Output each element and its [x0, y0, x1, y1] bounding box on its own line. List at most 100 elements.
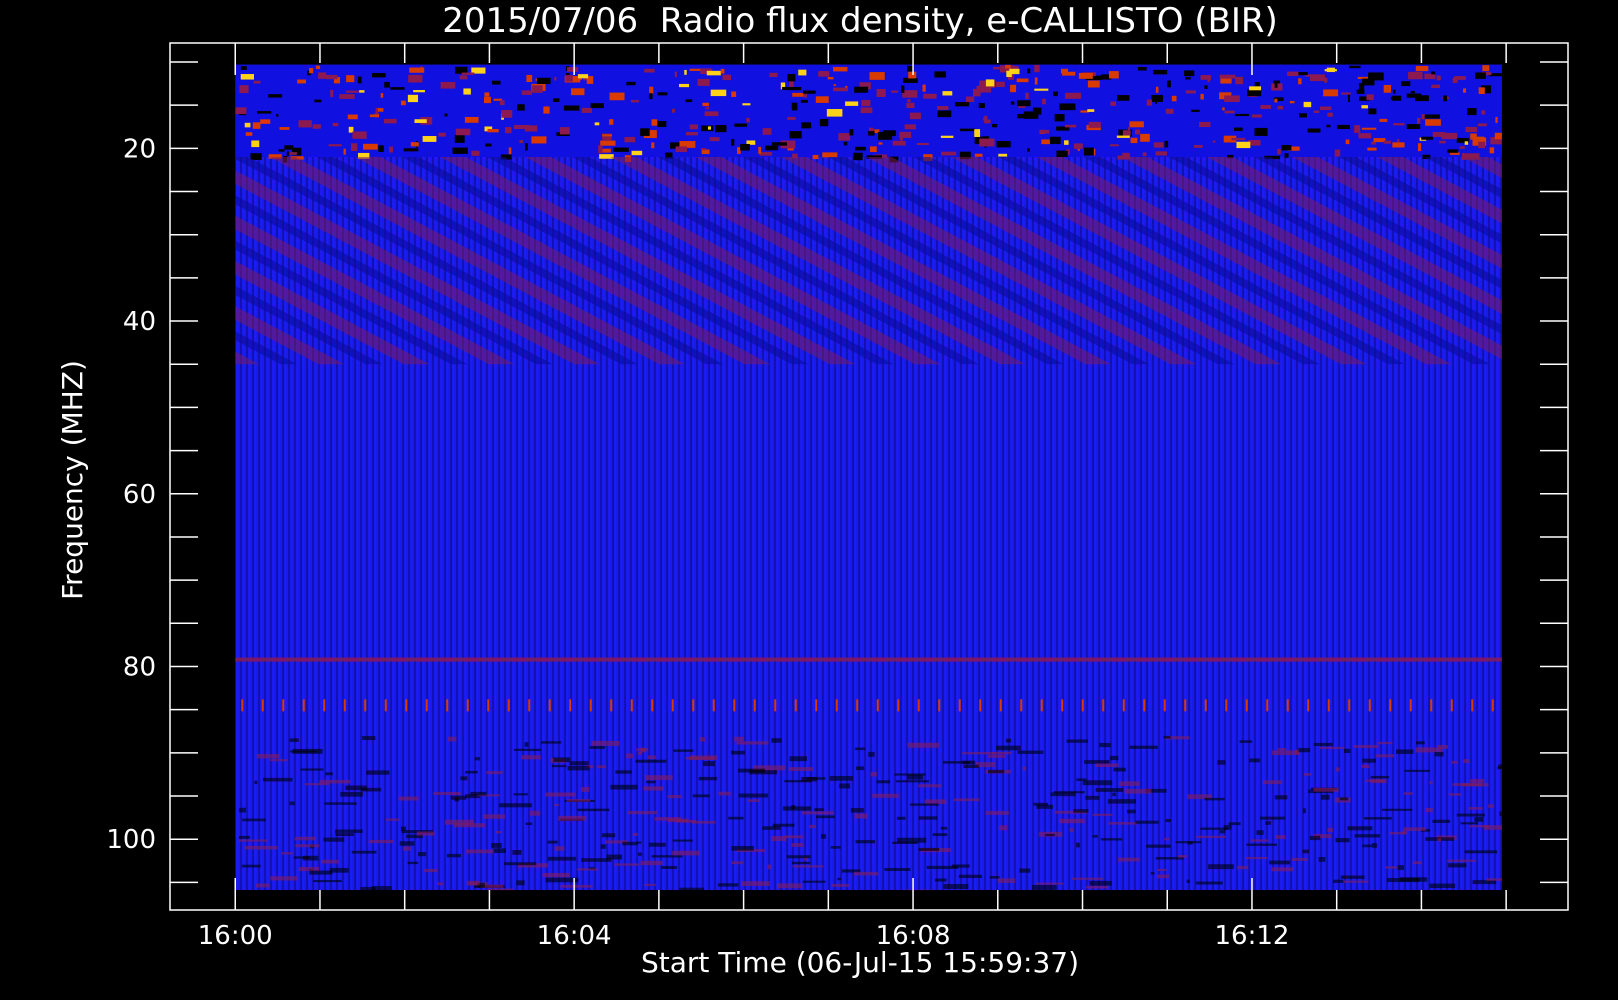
- heatmap-cell: [239, 839, 269, 842]
- heatmap-cell: [484, 96, 491, 104]
- heatmap-cell: [1256, 830, 1264, 835]
- heatmap-cell: [1035, 882, 1064, 885]
- heatmap-cell: [868, 751, 875, 757]
- heatmap-cell: [635, 759, 667, 763]
- heatmap-cell: [252, 122, 261, 129]
- heatmap-cell: [907, 99, 911, 102]
- heatmap-cell: [466, 849, 494, 854]
- heatmap-cell: [736, 741, 769, 745]
- heatmap-cell: [1459, 146, 1465, 149]
- heatmap-cell: [1383, 84, 1392, 93]
- heatmap-cell: [917, 142, 929, 146]
- heatmap-cell: [704, 111, 719, 117]
- periodic-tick: [1286, 699, 1289, 712]
- heatmap-cell: [782, 87, 789, 90]
- heatmap-cell: [581, 107, 592, 113]
- heatmap-cell: [974, 153, 983, 157]
- heatmap-cell: [868, 130, 875, 136]
- heatmap-cell: [279, 127, 290, 130]
- heatmap-cell: [954, 102, 970, 107]
- heatmap-cell: [878, 142, 883, 145]
- heatmap-cell: [532, 85, 543, 93]
- heatmap-cell: [309, 870, 333, 875]
- heatmap-cell: [590, 103, 604, 109]
- periodic-tick: [1163, 699, 1166, 712]
- periodic-tick: [364, 699, 367, 712]
- heatmap-cell: [1119, 781, 1140, 786]
- heatmap-cell: [552, 765, 567, 768]
- heatmap-cell: [339, 94, 355, 99]
- heatmap-cell: [815, 96, 829, 103]
- heatmap-cell: [884, 868, 911, 871]
- heatmap-cell: [1116, 135, 1130, 138]
- heatmap-cell: [552, 98, 560, 102]
- heatmap-cell: [400, 826, 406, 831]
- heatmap-cell: [816, 815, 835, 819]
- heatmap-cell: [240, 66, 247, 70]
- heatmap-cell: [786, 855, 811, 859]
- heatmap-cell: [521, 90, 533, 95]
- periodic-tick: [1266, 699, 1269, 712]
- periodic-tick: [1061, 699, 1064, 712]
- periodic-tick: [323, 699, 326, 712]
- heatmap-cell: [512, 850, 522, 855]
- heatmap-cell: [776, 883, 803, 889]
- heatmap-cell: [390, 87, 405, 90]
- heatmap-cell: [710, 89, 727, 97]
- heatmap-cell: [728, 816, 744, 820]
- heatmap-cell: [380, 93, 384, 98]
- heatmap-cell: [470, 791, 487, 796]
- heatmap-cell: [1451, 760, 1458, 764]
- heatmap-cell: [504, 862, 537, 866]
- heatmap-cell: [769, 72, 778, 77]
- heatmap-cell: [484, 92, 490, 97]
- heatmap-cell: [1010, 84, 1017, 93]
- heatmap-cell: [720, 68, 725, 74]
- heatmap-cell: [854, 86, 869, 93]
- heatmap-cell: [1328, 68, 1333, 72]
- heatmap-cell: [1309, 835, 1321, 841]
- heatmap-cell: [698, 776, 718, 781]
- heatmap-cell: [627, 811, 658, 815]
- heatmap-cell: [245, 132, 253, 136]
- heatmap-cell: [1110, 101, 1116, 106]
- heatmap-cell: [1127, 127, 1131, 131]
- heatmap-cell: [1327, 827, 1333, 833]
- periodic-tick: [815, 699, 818, 712]
- heatmap-cell: [675, 146, 688, 153]
- heatmap-cell: [614, 863, 639, 866]
- heatmap-cell: [452, 147, 468, 154]
- heatmap-cell: [1313, 787, 1339, 792]
- heatmap-cell: [615, 770, 632, 774]
- periodic-tick: [405, 699, 408, 712]
- heatmap-cell: [383, 118, 397, 124]
- heatmap-cell: [924, 799, 947, 805]
- heatmap-cell: [1049, 136, 1061, 145]
- heatmap-cell: [1034, 88, 1049, 91]
- heatmap-cell: [870, 146, 877, 153]
- heatmap-cell: [531, 136, 547, 144]
- periodic-tick: [774, 699, 777, 712]
- heatmap-cell: [1337, 124, 1350, 130]
- heatmap-cell: [1460, 822, 1479, 825]
- heatmap-cell: [385, 818, 400, 821]
- heatmap-cell: [414, 119, 427, 123]
- heatmap-cell: [1339, 797, 1349, 801]
- heatmap-cell: [992, 124, 998, 128]
- heatmap-cell: [731, 861, 744, 865]
- heatmap-cell: [1254, 127, 1268, 136]
- heatmap-cell: [1478, 141, 1486, 149]
- heatmap-cell: [1085, 795, 1100, 800]
- heatmap-cell: [1441, 132, 1458, 140]
- heatmap-cell: [869, 72, 885, 80]
- heatmap-cell: [1415, 65, 1429, 72]
- heatmap-cell: [1340, 875, 1365, 879]
- heatmap-cell: [640, 747, 646, 753]
- heatmap-cell: [626, 81, 636, 86]
- heatmap-cell: [294, 836, 317, 841]
- heatmap-cell: [351, 850, 377, 854]
- heatmap-cell: [1177, 854, 1188, 858]
- heatmap-cell: [1193, 145, 1203, 148]
- heatmap-cell: [903, 77, 918, 83]
- heatmap-cell: [1249, 86, 1262, 91]
